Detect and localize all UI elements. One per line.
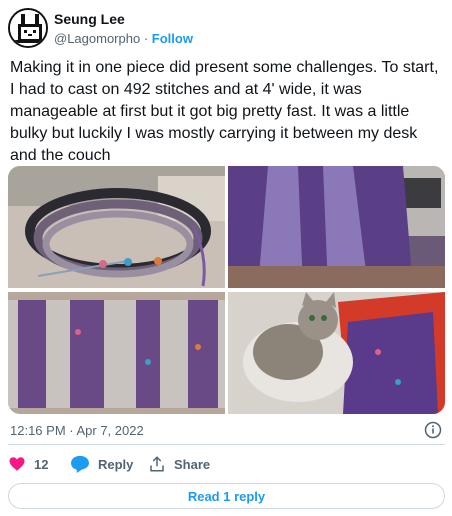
knitting-ring-photo-icon bbox=[8, 166, 225, 288]
action-bar: 12 Reply Share bbox=[8, 452, 445, 476]
tweet-text: Making it in one piece did present some … bbox=[10, 59, 439, 164]
reply-button[interactable]: Reply bbox=[70, 452, 133, 476]
media-photo-4[interactable] bbox=[228, 292, 445, 414]
knit-panel-photo-icon bbox=[8, 292, 225, 414]
handle-separator: · bbox=[143, 31, 149, 46]
purple-knit-closeup-photo-icon bbox=[228, 166, 445, 288]
author-handle[interactable]: @Lagomorpho bbox=[54, 31, 140, 46]
bunny-avatar-icon bbox=[10, 10, 46, 46]
author-handle-row: @Lagomorpho · Follow bbox=[54, 31, 193, 46]
cat-on-knit-photo-icon bbox=[228, 292, 445, 414]
heart-icon bbox=[9, 457, 25, 471]
share-label: Share bbox=[174, 456, 211, 472]
info-icon[interactable] bbox=[424, 421, 442, 439]
like-count: 12 bbox=[34, 456, 49, 472]
reply-label: Reply bbox=[98, 456, 134, 472]
info-circle-icon bbox=[424, 421, 442, 439]
media-grid bbox=[8, 166, 445, 414]
share-button[interactable]: Share bbox=[148, 452, 210, 476]
follow-button[interactable]: Follow bbox=[152, 31, 193, 46]
reply-bubble-icon bbox=[71, 455, 89, 473]
author-name[interactable]: Seung Lee bbox=[54, 11, 125, 27]
tweet-timestamp[interactable]: 12:16 PM · Apr 7, 2022 bbox=[10, 423, 144, 438]
media-photo-1[interactable] bbox=[8, 166, 225, 288]
like-button[interactable]: 12 bbox=[8, 452, 48, 476]
media-photo-2[interactable] bbox=[228, 166, 445, 288]
tweet-header: Seung Lee @Lagomorpho · Follow bbox=[6, 6, 446, 52]
read-replies-button[interactable]: Read 1 reply bbox=[8, 483, 445, 509]
divider bbox=[8, 444, 445, 445]
media-photo-3[interactable] bbox=[8, 292, 225, 414]
share-icon bbox=[150, 456, 164, 472]
avatar[interactable] bbox=[8, 8, 48, 48]
